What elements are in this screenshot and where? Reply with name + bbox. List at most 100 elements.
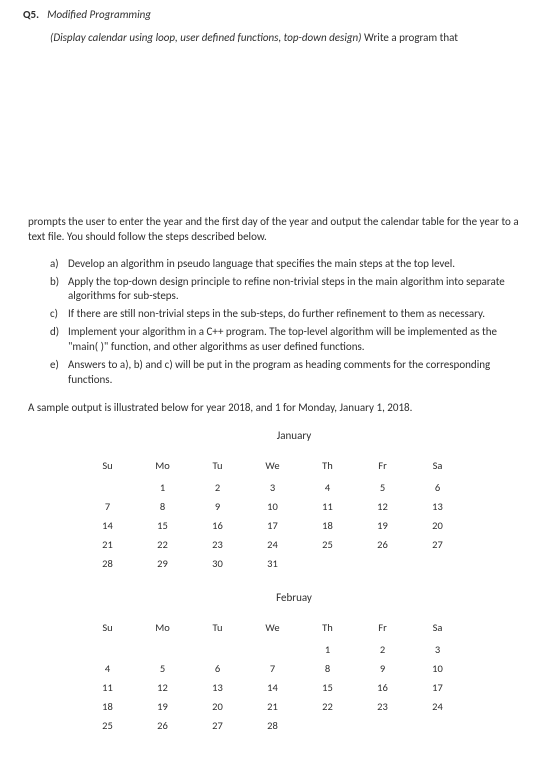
cell: 11 xyxy=(300,497,355,516)
continuation-paragraph: prompts the user to enter the year and t… xyxy=(28,214,520,245)
day-header: Th xyxy=(300,456,355,478)
day-header: Sa xyxy=(410,618,465,640)
calendar-table: Su Mo Tu We Th Fr Sa 123456 78910111213 … xyxy=(80,456,465,573)
cell: 17 xyxy=(410,678,465,697)
cell: 9 xyxy=(190,497,245,516)
day-header-row: Su Mo Tu We Th Fr Sa xyxy=(80,456,465,478)
cell: 6 xyxy=(410,478,465,497)
cell: 3 xyxy=(245,478,300,497)
cell: 14 xyxy=(80,516,135,535)
day-header-row: Su Mo Tu We Th Fr Sa xyxy=(80,618,465,640)
table-row: 25262728 xyxy=(80,716,465,735)
question-header: Q5. Modified Programming xyxy=(23,8,520,21)
list-marker: c) xyxy=(50,307,68,322)
cell xyxy=(245,640,300,659)
cell: 12 xyxy=(135,678,190,697)
cell: 1 xyxy=(300,640,355,659)
day-header: Tu xyxy=(190,618,245,640)
cell: 2 xyxy=(355,640,410,659)
cell: 20 xyxy=(190,697,245,716)
list-text: Develop an algorithm in pseudo language … xyxy=(68,257,455,272)
cell xyxy=(80,640,135,659)
cell xyxy=(355,716,410,735)
cell: 25 xyxy=(80,716,135,735)
calendar-january: January Su Mo Tu We Th Fr Sa 123456 7891… xyxy=(28,429,520,573)
cell: 19 xyxy=(135,697,190,716)
calendar-february: Februay Su Mo Tu We Th Fr Sa 123 4567891… xyxy=(28,591,520,735)
cell: 25 xyxy=(300,535,355,554)
cell: 29 xyxy=(135,554,190,573)
intro-italic: (Display calendar using loop, user defin… xyxy=(50,31,362,44)
day-header: Th xyxy=(300,618,355,640)
cell: 15 xyxy=(135,516,190,535)
cell: 3 xyxy=(410,640,465,659)
day-header: Sa xyxy=(410,456,465,478)
day-header: Su xyxy=(80,456,135,478)
cell: 28 xyxy=(80,554,135,573)
page-gap xyxy=(28,54,520,214)
table-row: 11121314151617 xyxy=(80,678,465,697)
cell: 19 xyxy=(355,516,410,535)
cell: 7 xyxy=(80,497,135,516)
list-text: If there are still non-trivial steps in … xyxy=(68,307,485,322)
question-number: Q5. xyxy=(23,8,39,21)
calendar-table: Su Mo Tu We Th Fr Sa 123 45678910 111213… xyxy=(80,618,465,735)
table-row: 18192021222324 xyxy=(80,697,465,716)
day-header: Mo xyxy=(135,456,190,478)
intro-line: (Display calendar using loop, user defin… xyxy=(50,31,520,44)
cell: 11 xyxy=(80,678,135,697)
cell xyxy=(300,716,355,735)
cell xyxy=(135,640,190,659)
cell: 26 xyxy=(355,535,410,554)
table-row: 45678910 xyxy=(80,659,465,678)
list-item: b) Apply the top-down design principle t… xyxy=(50,275,520,305)
cell: 18 xyxy=(80,697,135,716)
cell: 16 xyxy=(355,678,410,697)
table-row: 123456 xyxy=(80,478,465,497)
cell: 17 xyxy=(245,516,300,535)
list-marker: d) xyxy=(50,325,68,355)
cell xyxy=(410,716,465,735)
cell: 7 xyxy=(245,659,300,678)
cell: 16 xyxy=(190,516,245,535)
cell: 30 xyxy=(190,554,245,573)
table-row: 78910111213 xyxy=(80,497,465,516)
day-header: Mo xyxy=(135,618,190,640)
list-marker: a) xyxy=(50,257,68,272)
cell: 22 xyxy=(135,535,190,554)
cell: 24 xyxy=(245,535,300,554)
cell: 27 xyxy=(190,716,245,735)
cell: 22 xyxy=(300,697,355,716)
day-header: We xyxy=(245,456,300,478)
table-row: 123 xyxy=(80,640,465,659)
list-marker: b) xyxy=(50,275,68,305)
cell: 26 xyxy=(135,716,190,735)
month-title: Februay xyxy=(68,591,520,604)
cell: 28 xyxy=(245,716,300,735)
cell: 4 xyxy=(80,659,135,678)
cell: 24 xyxy=(410,697,465,716)
cell xyxy=(410,554,465,573)
cell: 14 xyxy=(245,678,300,697)
list-marker: e) xyxy=(50,358,68,388)
cell: 4 xyxy=(300,478,355,497)
cell: 21 xyxy=(80,535,135,554)
day-header: Tu xyxy=(190,456,245,478)
cell: 1 xyxy=(135,478,190,497)
cell: 9 xyxy=(355,659,410,678)
cell: 13 xyxy=(190,678,245,697)
list-item: c) If there are still non-trivial steps … xyxy=(50,307,520,322)
cell: 23 xyxy=(355,697,410,716)
cell: 8 xyxy=(135,497,190,516)
list-item: d) Implement your algorithm in a C++ pro… xyxy=(50,325,520,355)
day-header: Fr xyxy=(355,618,410,640)
cell: 12 xyxy=(355,497,410,516)
cell xyxy=(300,554,355,573)
cell: 2 xyxy=(190,478,245,497)
steps-list: a) Develop an algorithm in pseudo langua… xyxy=(50,257,520,388)
cell: 15 xyxy=(300,678,355,697)
cell: 5 xyxy=(135,659,190,678)
cell: 23 xyxy=(190,535,245,554)
cell xyxy=(190,640,245,659)
list-item: a) Develop an algorithm in pseudo langua… xyxy=(50,257,520,272)
